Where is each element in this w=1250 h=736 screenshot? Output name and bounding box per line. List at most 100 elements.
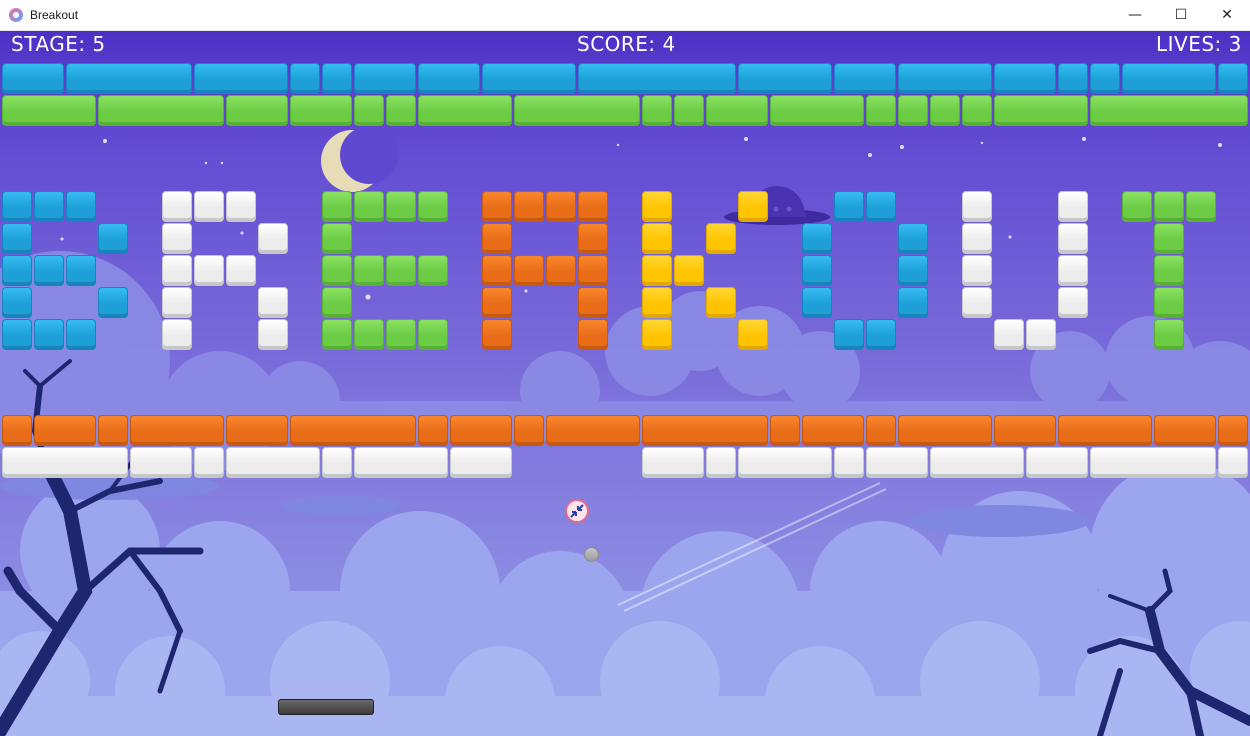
white-brick bbox=[866, 447, 928, 478]
blue-brick bbox=[834, 63, 896, 94]
white-brick bbox=[162, 191, 192, 222]
green-brick bbox=[1154, 255, 1184, 286]
blue-brick bbox=[866, 319, 896, 350]
blue-brick bbox=[66, 255, 96, 286]
stage-counter: STAGE: 5 bbox=[11, 32, 106, 56]
white-brick bbox=[226, 255, 256, 286]
blue-brick bbox=[994, 63, 1056, 94]
green-brick bbox=[322, 287, 352, 318]
blue-brick bbox=[1218, 63, 1248, 94]
green-brick bbox=[322, 255, 352, 286]
white-brick bbox=[162, 223, 192, 254]
green-brick bbox=[1154, 223, 1184, 254]
blue-brick bbox=[98, 223, 128, 254]
minimize-button[interactable]: — bbox=[1112, 0, 1158, 30]
green-brick bbox=[226, 95, 288, 126]
green-brick bbox=[930, 95, 960, 126]
green-brick bbox=[770, 95, 864, 126]
paddle[interactable] bbox=[278, 699, 374, 715]
orange-brick bbox=[1218, 415, 1248, 446]
blue-brick bbox=[482, 63, 576, 94]
green-brick bbox=[418, 191, 448, 222]
green-brick bbox=[98, 95, 224, 126]
blue-brick bbox=[2, 287, 32, 318]
white-brick bbox=[162, 255, 192, 286]
blue-brick bbox=[578, 63, 736, 94]
orange-brick bbox=[418, 415, 448, 446]
blue-brick bbox=[354, 63, 416, 94]
maximize-button[interactable]: ☐ bbox=[1158, 0, 1204, 30]
yellow-brick bbox=[738, 191, 768, 222]
green-brick bbox=[354, 191, 384, 222]
green-brick bbox=[514, 95, 640, 126]
orange-brick bbox=[578, 287, 608, 318]
blue-brick bbox=[1090, 63, 1120, 94]
shrink-arrows-icon bbox=[565, 499, 589, 523]
blue-brick bbox=[802, 255, 832, 286]
white-brick bbox=[706, 447, 736, 478]
blue-brick bbox=[802, 287, 832, 318]
lives-counter: LIVES: 3 bbox=[1156, 32, 1242, 56]
orange-brick bbox=[482, 255, 512, 286]
orange-brick bbox=[578, 191, 608, 222]
breakout-app-icon bbox=[9, 8, 23, 22]
game-canvas[interactable]: STAGE: 5 SCORE: 4 LIVES: 3 bbox=[0, 31, 1250, 736]
orange-brick bbox=[1154, 415, 1216, 446]
green-brick bbox=[1090, 95, 1248, 126]
orange-brick bbox=[482, 319, 512, 350]
green-brick bbox=[354, 319, 384, 350]
green-brick bbox=[1154, 191, 1184, 222]
green-brick bbox=[386, 95, 416, 126]
green-brick bbox=[386, 191, 416, 222]
yellow-brick bbox=[738, 319, 768, 350]
orange-brick bbox=[450, 415, 512, 446]
crescent-moon bbox=[321, 126, 398, 192]
orange-brick bbox=[546, 415, 640, 446]
green-brick bbox=[642, 95, 672, 126]
blue-brick bbox=[834, 191, 864, 222]
blue-brick bbox=[898, 255, 928, 286]
green-brick bbox=[322, 319, 352, 350]
green-brick bbox=[2, 95, 96, 126]
yellow-brick bbox=[674, 255, 704, 286]
white-brick bbox=[1026, 447, 1088, 478]
orange-brick bbox=[578, 319, 608, 350]
green-brick bbox=[418, 319, 448, 350]
green-brick bbox=[994, 95, 1088, 126]
title-bar: Breakout — ☐ ✕ bbox=[0, 0, 1250, 31]
orange-brick bbox=[578, 255, 608, 286]
orange-brick bbox=[546, 255, 576, 286]
yellow-brick bbox=[642, 255, 672, 286]
green-brick bbox=[322, 223, 352, 254]
white-brick bbox=[642, 447, 704, 478]
green-brick bbox=[1186, 191, 1216, 222]
orange-brick bbox=[482, 287, 512, 318]
orange-brick bbox=[578, 223, 608, 254]
orange-brick bbox=[482, 191, 512, 222]
orange-brick bbox=[642, 415, 768, 446]
green-brick bbox=[1122, 191, 1152, 222]
close-button[interactable]: ✕ bbox=[1204, 0, 1250, 30]
blue-brick bbox=[738, 63, 832, 94]
white-brick bbox=[930, 447, 1024, 478]
orange-brick bbox=[770, 415, 800, 446]
blue-brick bbox=[1058, 63, 1088, 94]
green-brick bbox=[354, 95, 384, 126]
white-brick bbox=[1090, 447, 1216, 478]
green-brick bbox=[418, 255, 448, 286]
blue-brick bbox=[194, 63, 288, 94]
green-brick bbox=[866, 95, 896, 126]
ball bbox=[584, 547, 599, 562]
green-brick bbox=[674, 95, 704, 126]
white-brick bbox=[1026, 319, 1056, 350]
orange-brick bbox=[34, 415, 96, 446]
white-brick bbox=[194, 447, 224, 478]
blue-brick bbox=[2, 191, 32, 222]
orange-brick bbox=[546, 191, 576, 222]
green-brick bbox=[386, 319, 416, 350]
yellow-brick bbox=[642, 319, 672, 350]
white-brick bbox=[162, 319, 192, 350]
green-brick bbox=[962, 95, 992, 126]
orange-brick bbox=[898, 415, 992, 446]
blue-brick bbox=[98, 287, 128, 318]
